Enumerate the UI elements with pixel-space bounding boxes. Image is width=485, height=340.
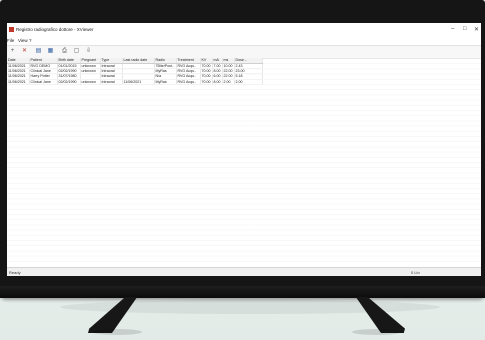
table-cell: 22.00	[222, 68, 235, 75]
table-cell: 2.00	[234, 79, 263, 85]
table-cell: 02/02/1990	[57, 79, 81, 85]
table-cell: 70.00	[200, 68, 213, 75]
menu-view[interactable]: View	[18, 38, 28, 43]
table-cell: 11/06/2021	[7, 73, 30, 80]
table-cell: RVG Acqu..	[176, 79, 201, 85]
print-icon[interactable]: ⎙	[61, 48, 68, 55]
toolbar: + ✕ ▤ ▦ ⎙ ▢ ⇩	[7, 45, 481, 59]
table-cell: Clinical Jane	[29, 79, 58, 85]
close-button[interactable]: ✕	[474, 26, 479, 33]
menu-file[interactable]: File	[7, 38, 14, 43]
table-cell: MyRas	[154, 79, 177, 85]
grid-icon[interactable]: ▦	[47, 48, 54, 55]
records-table-container: Date Patient Birth date Pregnant Type La…	[7, 58, 481, 266]
list-icon[interactable]: ▤	[35, 48, 42, 55]
export-icon[interactable]: ⇩	[85, 48, 92, 55]
table-cell: 10.00	[222, 63, 235, 70]
table-cell: 70.00	[200, 79, 213, 85]
minimize-button[interactable]: –	[451, 26, 454, 32]
stand-shadow-left	[92, 329, 142, 335]
table-cell: unknown	[80, 79, 101, 85]
add-icon[interactable]: +	[9, 48, 16, 55]
table-cell: 11/06/2021	[7, 63, 30, 70]
table-cell: 8.00	[212, 79, 223, 85]
window-title: Registro radiografico dottore - XViewer	[16, 27, 94, 32]
table-cell: 11/06/2021	[122, 79, 155, 85]
table-row[interactable]: 11/06/2021 Clinical Jane 02/02/1990 unkn…	[7, 79, 263, 85]
delete-icon[interactable]: ✕	[21, 48, 28, 55]
window-titlebar: Registro radiografico dottore - XViewer …	[7, 23, 481, 37]
table-cell: 22.00	[222, 73, 235, 80]
table-cell: 7Bite/Post..	[154, 63, 177, 70]
table-cell: Intraoral	[100, 79, 123, 85]
status-text: Ready	[9, 270, 21, 275]
preview-icon[interactable]: ▢	[73, 48, 80, 55]
stand-shadow-right	[352, 329, 402, 335]
statusbar: Ready 0 Lin	[7, 267, 481, 276]
table-cell: 70.00	[200, 63, 213, 70]
screen: Registro radiografico dottore - XViewer …	[7, 23, 481, 276]
table-cell: 11/06/2021	[7, 68, 30, 75]
maximize-button[interactable]: □	[463, 26, 467, 32]
app-icon	[9, 27, 14, 32]
table-cell: 2.00	[222, 79, 235, 85]
records-table: Date Patient Birth date Pregnant Type La…	[7, 58, 263, 85]
table-cell: 11/06/2021	[7, 79, 30, 85]
menu-help[interactable]: ?	[29, 38, 32, 43]
status-count: 0 Lin	[411, 270, 420, 275]
menubar: File View ?	[7, 37, 481, 45]
tv-bottom-strip	[0, 286, 485, 298]
table-cell: 70.00	[200, 73, 213, 80]
